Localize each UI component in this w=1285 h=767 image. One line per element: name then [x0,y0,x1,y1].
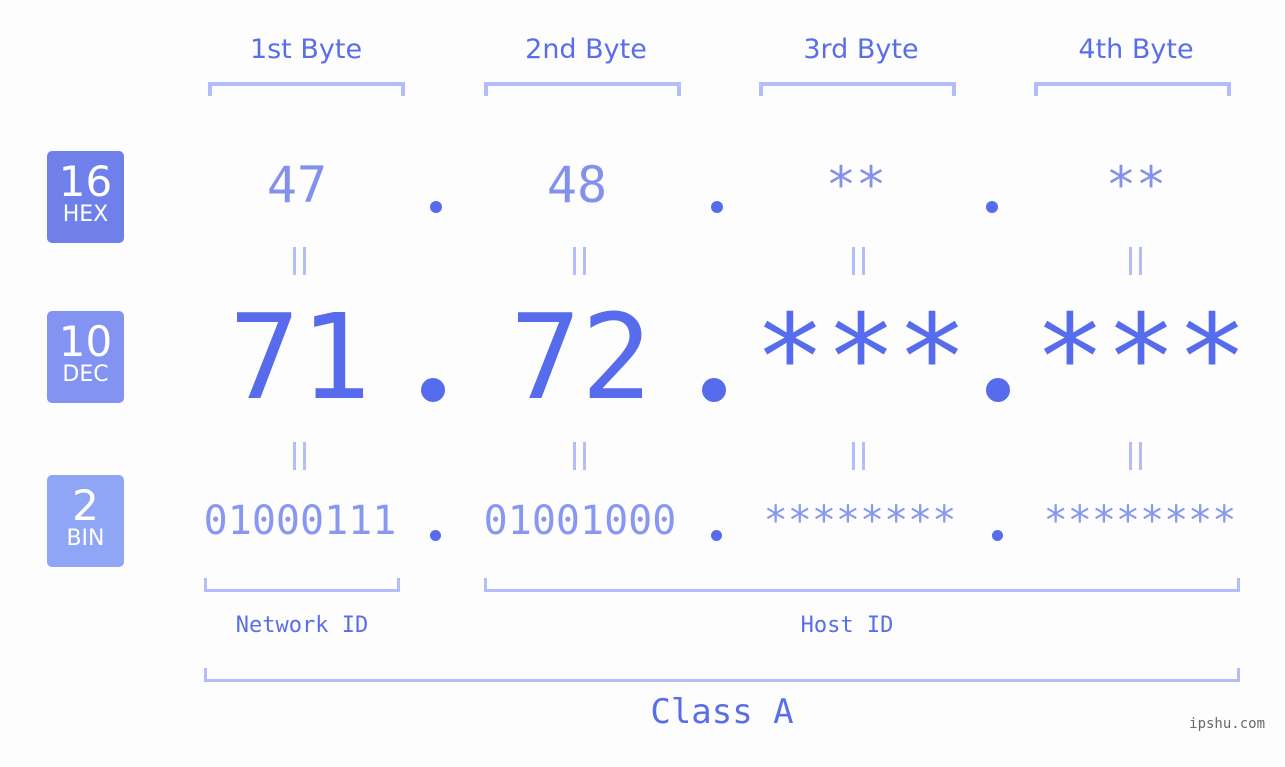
hex-dot-2 [711,201,723,213]
dec-dot-1 [421,378,445,402]
dec-label: DEC [62,362,109,387]
dec-byte-1: 71 [228,288,372,426]
equals-icon [290,442,310,470]
hex-byte-4: ** [1105,156,1167,214]
byte-bracket-4 [1034,82,1231,96]
hex-byte-3: ** [825,156,887,214]
bin-label: BIN [66,526,105,551]
byte-header-4: 4th Byte [1078,34,1194,65]
bin-byte-3: ******** [763,498,957,544]
bin-dot-3 [992,530,1003,541]
dec-byte-2: 72 [509,288,653,426]
hex-badge: 16 HEX [47,151,124,243]
equals-icon [1126,442,1146,470]
network-id-label: Network ID [235,613,369,638]
hex-dot-3 [986,201,998,213]
equals-icon [290,247,310,275]
dec-dot-3 [986,378,1010,402]
equals-icon [849,247,869,275]
bin-dot-1 [430,530,441,541]
byte-header-1: 1st Byte [249,34,363,65]
host-id-bracket [484,578,1240,592]
watermark: ipshu.com [1189,716,1265,732]
byte-bracket-2 [484,82,681,96]
equals-icon [849,442,869,470]
class-label: Class A [650,692,794,732]
dec-byte-4: *** [1034,288,1248,426]
hex-dot-1 [430,201,442,213]
hex-label: HEX [62,202,109,227]
bin-byte-1: 01000111 [203,498,397,544]
hex-byte-1: 47 [266,156,328,214]
bin-byte-4: ******** [1043,498,1237,544]
host-id-label: Host ID [800,613,894,638]
equals-icon [570,442,590,470]
dec-dot-2 [702,378,726,402]
hex-byte-2: 48 [546,156,608,214]
bin-dot-2 [711,530,722,541]
byte-bracket-1 [208,82,405,96]
bin-byte-2: 01001000 [483,498,677,544]
dec-byte-3: *** [754,288,968,426]
byte-header-2: 2nd Byte [525,34,647,65]
hex-base: 16 [58,157,113,206]
bin-base: 2 [72,481,99,530]
byte-bracket-3 [759,82,956,96]
dec-base: 10 [58,317,113,366]
equals-icon [1126,247,1146,275]
class-bracket [204,668,1240,682]
bin-badge: 2 BIN [47,475,124,567]
byte-header-3: 3rd Byte [803,34,919,65]
network-id-bracket [204,578,400,592]
dec-badge: 10 DEC [47,311,124,403]
equals-icon [570,247,590,275]
